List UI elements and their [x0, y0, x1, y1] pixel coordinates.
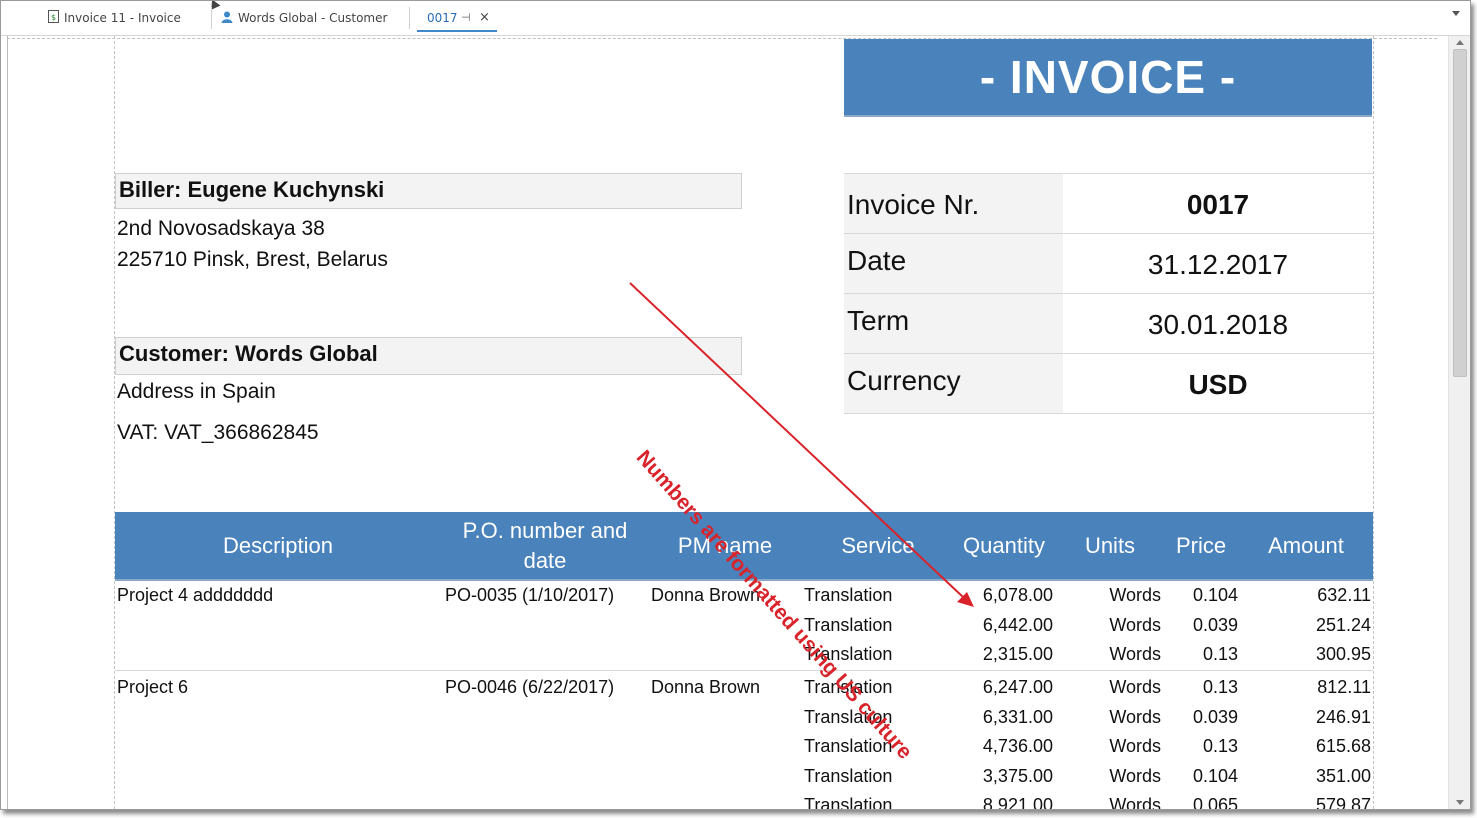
pin-icon[interactable]: ⊣ [461, 6, 471, 30]
tab-words-global-customer[interactable]: Words Global - Customer [221, 6, 387, 32]
scroll-thumb[interactable] [1453, 49, 1467, 377]
tab-separator [211, 7, 212, 29]
invoice-doc-icon: $ [48, 7, 59, 31]
scroll-down-icon[interactable] [1456, 800, 1464, 805]
scroll-up-icon[interactable] [1456, 40, 1464, 45]
tab-invoice-11[interactable]: $ Invoice 11 - Invoice [48, 6, 181, 32]
window: $ Invoice 11 - Invoice Words Global - Cu… [0, 0, 1471, 810]
vertical-scrollbar[interactable] [1448, 36, 1470, 809]
tab-label: Words Global - Customer [238, 11, 388, 25]
user-icon [221, 7, 233, 31]
tab-bar: $ Invoice 11 - Invoice Words Global - Cu… [1, 1, 1470, 36]
chevron-down-icon[interactable] [1452, 11, 1460, 16]
mouse-cursor-icon [207, 1, 221, 10]
tab-label: Invoice 11 - Invoice [64, 11, 181, 25]
annotation-arrow [629, 282, 974, 607]
document-canvas: - INVOICE - Biller: Eugene Kuchynski 2nd… [1, 36, 1448, 809]
tab-label: 0017 [427, 11, 458, 25]
svg-text:$: $ [51, 13, 56, 22]
tab-separator [409, 7, 410, 29]
close-icon[interactable]: × [479, 6, 490, 30]
tab-0017[interactable]: 0017 ⊣ × [417, 6, 497, 32]
